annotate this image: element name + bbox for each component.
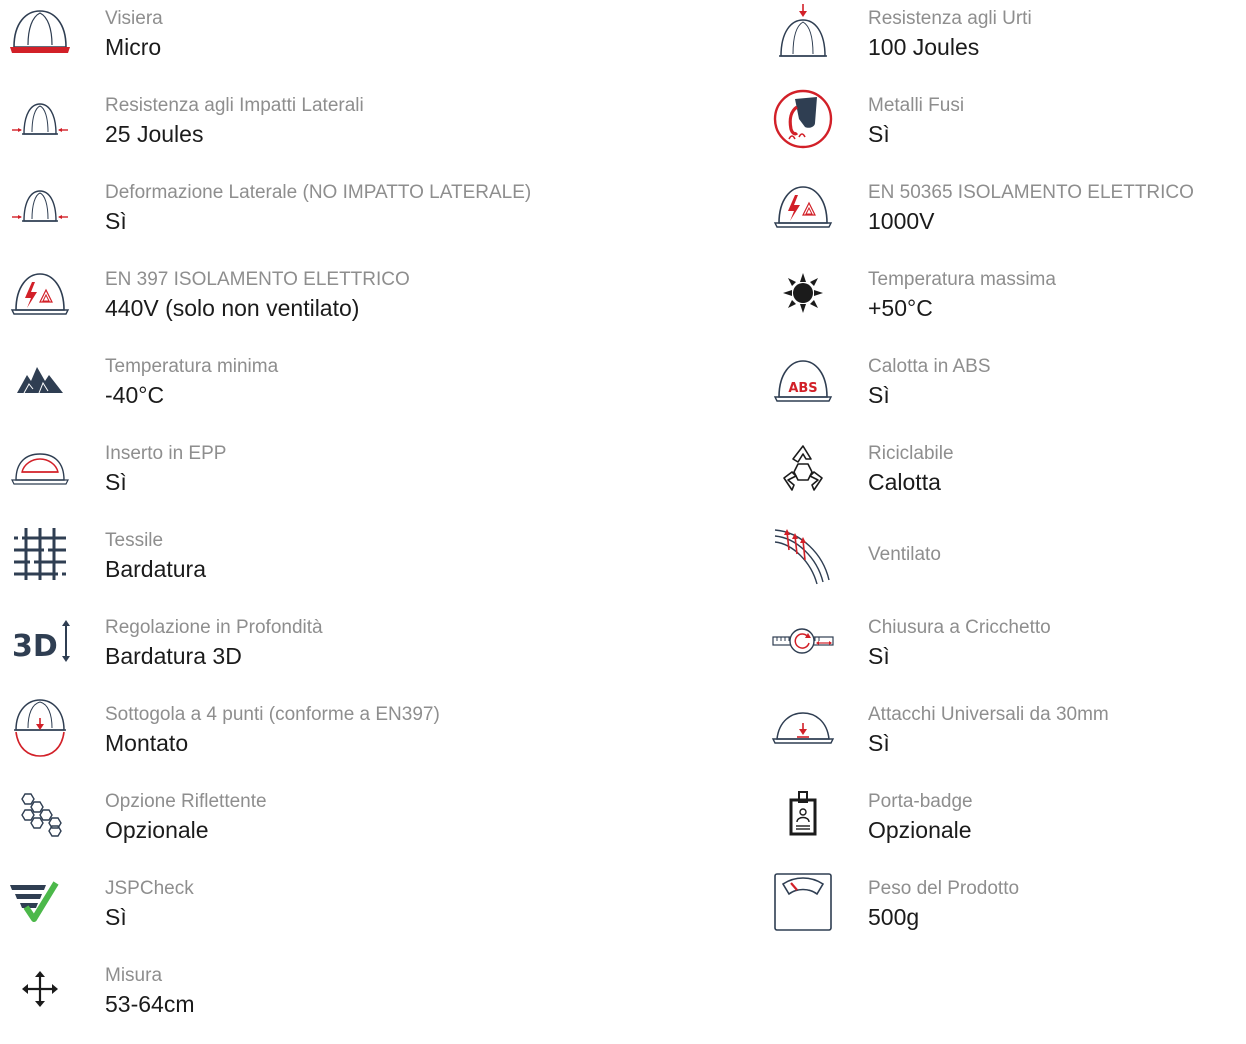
- spec-item: Chiusura a Cricchetto Sì: [760, 609, 1246, 696]
- spec-label: EN 397 ISOLAMENTO ELETTRICO: [105, 269, 410, 290]
- spec-label: Ventilato: [868, 544, 941, 565]
- spec-item: EN 50365 ISOLAMENTO ELETTRICO 1000V: [760, 174, 1246, 261]
- helmet-visor-icon: [0, 0, 80, 64]
- ratchet-icon: [760, 609, 846, 673]
- spec-label: Riciclabile: [868, 443, 954, 464]
- recycle-icon: [760, 435, 846, 499]
- spec-label: Visiera: [105, 8, 163, 29]
- spec-label: Opzione Riflettente: [105, 791, 267, 812]
- spec-item: Visiera Micro: [0, 0, 720, 87]
- helmet-epp-insert-icon: [0, 435, 80, 499]
- helmet-electrical-insulation-icon: [0, 261, 80, 325]
- abs-mark: ABS: [788, 381, 817, 396]
- helmet-slot-icon: [760, 696, 846, 760]
- spec-item: Sottogola a 4 punti (conforme a EN397) M…: [0, 696, 720, 783]
- 3d-depth-icon: 3D: [0, 609, 80, 673]
- helmet-chinstrap-icon: [0, 696, 80, 760]
- spec-label: Metalli Fusi: [868, 95, 965, 116]
- spec-item: Resistenza agli Impatti Laterali 25 Joul…: [0, 87, 720, 174]
- spec-item: Temperatura minima -40°C: [0, 348, 720, 435]
- spec-value: Bardatura 3D: [105, 643, 242, 669]
- size-arrows-icon: [0, 957, 80, 1021]
- spec-label: Resistenza agli Impatti Laterali: [105, 95, 364, 116]
- sun-icon: [760, 261, 846, 325]
- spec-list-left: Visiera Micro Resistenza agli Impatti La…: [0, 0, 720, 1044]
- spec-item: Attacchi Universali da 30mm Sì: [760, 696, 1246, 783]
- spec-label: Inserto in EPP: [105, 443, 227, 464]
- helmet-lateral-deformation-icon: [0, 174, 80, 238]
- spec-value: 53-64cm: [105, 991, 195, 1017]
- spec-item: Riciclabile Calotta: [760, 435, 1246, 522]
- spec-item: Ventilato: [760, 522, 1246, 609]
- spec-item: ABS Calotta in ABS Sì: [760, 348, 1246, 435]
- spec-label: Regolazione in Profondità: [105, 617, 323, 638]
- spec-item: Temperatura massima +50°C: [760, 261, 1246, 348]
- spec-label: Resistenza agli Urti: [868, 8, 1032, 29]
- svg-text:3D: 3D: [12, 629, 58, 664]
- spec-value: 500g: [868, 904, 920, 930]
- spec-value: 100 Joules: [868, 34, 980, 60]
- spec-label: Tessile: [105, 530, 164, 551]
- spec-item: Peso del Prodotto 500g: [760, 870, 1246, 957]
- spec-label: Calotta in ABS: [868, 356, 991, 377]
- spec-label: Attacchi Universali da 30mm: [868, 704, 1109, 725]
- spec-value: -40°C: [105, 382, 165, 408]
- ventilation-icon: [760, 522, 846, 586]
- spec-value: 440V (solo non ventilato): [105, 295, 360, 321]
- spec-label: Misura: [105, 965, 163, 986]
- spec-value: Calotta: [868, 469, 941, 495]
- spec-value: 25 Joules: [105, 121, 204, 147]
- spec-label: JSPCheck: [105, 878, 194, 899]
- helmet-electrical-insulation-icon: [760, 174, 846, 238]
- spec-item: Resistenza agli Urti 100 Joules: [760, 0, 1246, 87]
- spec-item: Opzione Riflettente Opzionale: [0, 783, 720, 870]
- scale-icon: [760, 870, 846, 934]
- spec-value: Opzionale: [105, 817, 209, 843]
- spec-value: Sì: [868, 730, 890, 756]
- spec-list-right: Resistenza agli Urti 100 Joules Metalli …: [760, 0, 1246, 957]
- textile-weave-icon: [0, 522, 80, 586]
- spec-label: Temperatura minima: [105, 356, 279, 377]
- helmet-abs-icon: ABS: [760, 348, 846, 412]
- spec-label: EN 50365 ISOLAMENTO ELETTRICO: [868, 182, 1194, 203]
- spec-label: Peso del Prodotto: [868, 878, 1020, 899]
- spec-value: +50°C: [868, 295, 933, 321]
- spec-value: Sì: [868, 121, 890, 147]
- badge-holder-icon: [760, 783, 846, 847]
- spec-value: Opzionale: [868, 817, 972, 843]
- spec-item: 3D Regolazione in Profondità Bardatura 3…: [0, 609, 720, 696]
- spec-item: EN 397 ISOLAMENTO ELETTRICO 440V (solo n…: [0, 261, 720, 348]
- spec-item: Tessile Bardatura: [0, 522, 720, 609]
- spec-label: Sottogola a 4 punti (conforme a EN397): [105, 704, 440, 725]
- spec-value: Sì: [868, 382, 890, 408]
- helmet-impact-icon: [760, 0, 846, 64]
- spec-item: Deformazione Laterale (NO IMPATTO LATERA…: [0, 174, 720, 261]
- spec-label: Chiusura a Cricchetto: [868, 617, 1051, 638]
- spec-value: Sì: [868, 643, 890, 669]
- jspcheck-icon: [0, 870, 80, 934]
- spec-value: Bardatura: [105, 556, 207, 582]
- spec-value: Sì: [105, 904, 127, 930]
- spec-value: 1000V: [868, 208, 935, 234]
- spec-value: Sì: [105, 208, 127, 234]
- spec-label: Deformazione Laterale (NO IMPATTO LATERA…: [105, 182, 532, 203]
- spec-label: Temperatura massima: [868, 269, 1056, 290]
- spec-item: JSPCheck Sì: [0, 870, 720, 957]
- helmet-lateral-impact-icon: [0, 87, 80, 151]
- spec-item: Metalli Fusi Sì: [760, 87, 1246, 174]
- reflective-hexagons-icon: [0, 783, 80, 847]
- molten-metal-icon: [760, 87, 846, 151]
- spec-label: Porta-badge: [868, 791, 973, 812]
- spec-item: Inserto in EPP Sì: [0, 435, 720, 522]
- spec-item: Misura 53-64cm: [0, 957, 720, 1044]
- spec-item: Porta-badge Opzionale: [760, 783, 1246, 870]
- mountains-icon: [0, 348, 80, 412]
- spec-value: Montato: [105, 730, 189, 756]
- spec-value: Sì: [105, 469, 127, 495]
- spec-value: Micro: [105, 34, 162, 60]
